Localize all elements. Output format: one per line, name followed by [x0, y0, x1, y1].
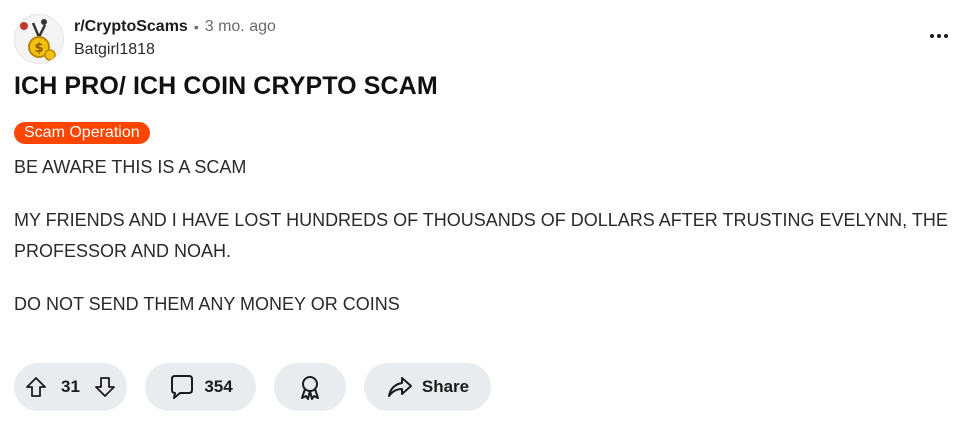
upvote-icon[interactable]	[24, 375, 48, 399]
award-icon	[296, 373, 324, 401]
comments-button[interactable]: 354	[145, 363, 256, 411]
share-icon	[386, 373, 414, 401]
meta-separator: •	[193, 19, 199, 35]
vote-count: 31	[61, 377, 80, 396]
post-title: ICH PRO/ ICH COIN CRYPTO SCAM	[14, 72, 438, 100]
svg-text:$: $	[34, 41, 43, 56]
body-paragraph: DO NOT SEND THEM ANY MONEY OR COINS	[14, 294, 400, 314]
subreddit-avatar[interactable]: $	[14, 14, 64, 64]
more-icon[interactable]	[924, 26, 954, 46]
vote-bar: 31	[14, 363, 127, 411]
post-meta: r/CryptoScams • 3 mo. ago Batgirl1818	[74, 16, 276, 59]
post-body: BE AWARE THIS IS A SCAM MY FRIENDS AND I…	[14, 152, 964, 320]
body-paragraph: BE AWARE THIS IS A SCAM	[14, 157, 247, 177]
subreddit-link[interactable]: r/CryptoScams	[74, 18, 188, 36]
share-label: Share	[421, 377, 470, 396]
author-link[interactable]: Batgirl1818	[74, 41, 276, 59]
award-button[interactable]	[274, 363, 346, 411]
downvote-icon[interactable]	[93, 375, 117, 399]
comment-count: 354	[204, 377, 233, 396]
share-button[interactable]: Share	[364, 363, 491, 411]
post-time: 3 mo. ago	[204, 18, 276, 35]
comment-icon	[168, 373, 196, 401]
post-flair[interactable]: Scam Operation	[14, 122, 150, 144]
post-header: $ r/CryptoScams • 3 mo. ago Batgirl1818	[14, 12, 954, 64]
post-actions: 31 354 Share	[14, 363, 491, 411]
body-paragraph: MY FRIENDS AND I HAVE LOST HUNDREDS OF T…	[14, 210, 948, 261]
